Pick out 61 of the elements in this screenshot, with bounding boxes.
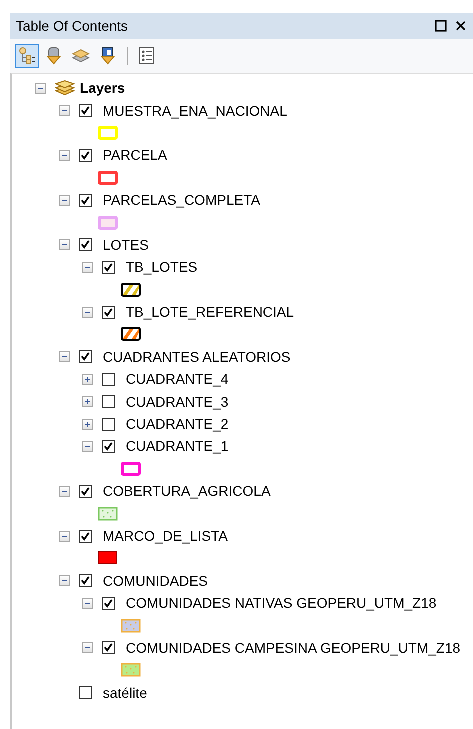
expand-toggle[interactable] [82,418,93,430]
collapse-toggle[interactable] [59,194,70,206]
data-frame-label[interactable]: Layers [80,80,126,96]
layer-checkbox[interactable] [102,418,115,431]
layer-name[interactable]: COMUNIDADES CAMPESINA GEOPERU_UTM_Z18 [126,640,461,656]
layer-checkbox[interactable] [79,350,92,364]
collapse-toggle[interactable] [82,598,93,609]
collapse-toggle[interactable] [59,530,70,542]
layer-checkbox[interactable] [102,372,115,386]
close-icon[interactable] [455,20,467,32]
layer-name[interactable]: TB_LOTES [126,259,198,276]
layer-checkbox[interactable] [79,148,92,162]
layers-icon [72,47,90,65]
layer-name[interactable]: CUADRANTES ALEATORIOS [103,348,291,365]
maximize-icon[interactable] [435,20,447,32]
layer-name[interactable]: COMUNIDADES [103,572,208,589]
tree-list-icon [18,47,36,65]
database-icon [45,47,63,65]
layer-checkbox[interactable] [102,440,115,453]
layer-checkbox[interactable] [79,686,92,700]
layer-name[interactable]: CUADRANTE_3 [126,394,229,410]
layers-icon [55,80,75,96]
layer-checkbox[interactable] [102,395,115,408]
expand-toggle[interactable] [82,374,93,385]
collapse-toggle[interactable] [59,239,70,250]
collapse-toggle[interactable] [59,105,70,116]
layer-name[interactable]: PARCELAS_COMPLETA [103,192,260,208]
collapse-toggle[interactable] [59,150,70,161]
options-list-icon [138,47,156,65]
layer-checkbox[interactable] [102,260,115,274]
layer-name[interactable]: LOTES [103,236,149,253]
layer-checkbox[interactable] [79,484,92,498]
collapse-toggle[interactable] [59,486,70,497]
layer-name[interactable]: COBERTURA_AGRICOLA [103,483,271,500]
layer-checkbox[interactable] [79,530,92,542]
layer-checkbox[interactable] [79,194,92,207]
layer-name[interactable]: PARCELA [103,147,168,164]
layer-checkbox[interactable] [79,238,92,252]
layer-checkbox[interactable] [79,104,92,118]
collapse-toggle[interactable] [82,306,93,318]
layer-name[interactable]: CUADRANTE_4 [126,371,229,388]
expand-toggle[interactable] [82,396,93,408]
layer-checkbox[interactable] [102,306,115,319]
layer-name[interactable]: satélite [103,684,148,701]
layer-name[interactable]: MARCO_DE_LISTA [103,528,228,544]
layer-checkbox[interactable] [102,641,115,654]
layer-name[interactable]: TB_LOTE_REFERENCIAL [126,304,294,320]
collapse-toggle[interactable] [35,82,46,94]
layer-name[interactable]: CUADRANTE_2 [126,416,229,432]
collapse-toggle[interactable] [82,440,93,452]
panel-title: Table Of Contents [16,18,130,34]
collapse-toggle[interactable] [82,262,93,273]
collapse-toggle[interactable] [82,642,93,654]
layer-name[interactable]: MUESTRA_ENA_NACIONAL [103,102,288,119]
layer-checkbox[interactable] [79,574,92,588]
collapse-toggle[interactable] [59,575,70,586]
layer-name[interactable]: COMUNIDADES NATIVAS GEOPERU_UTM_Z18 [126,595,437,612]
collapse-toggle[interactable] [59,351,70,362]
layer-name[interactable]: CUADRANTE_1 [126,438,229,454]
selection-icon [99,47,117,65]
layer-checkbox[interactable] [102,596,115,610]
